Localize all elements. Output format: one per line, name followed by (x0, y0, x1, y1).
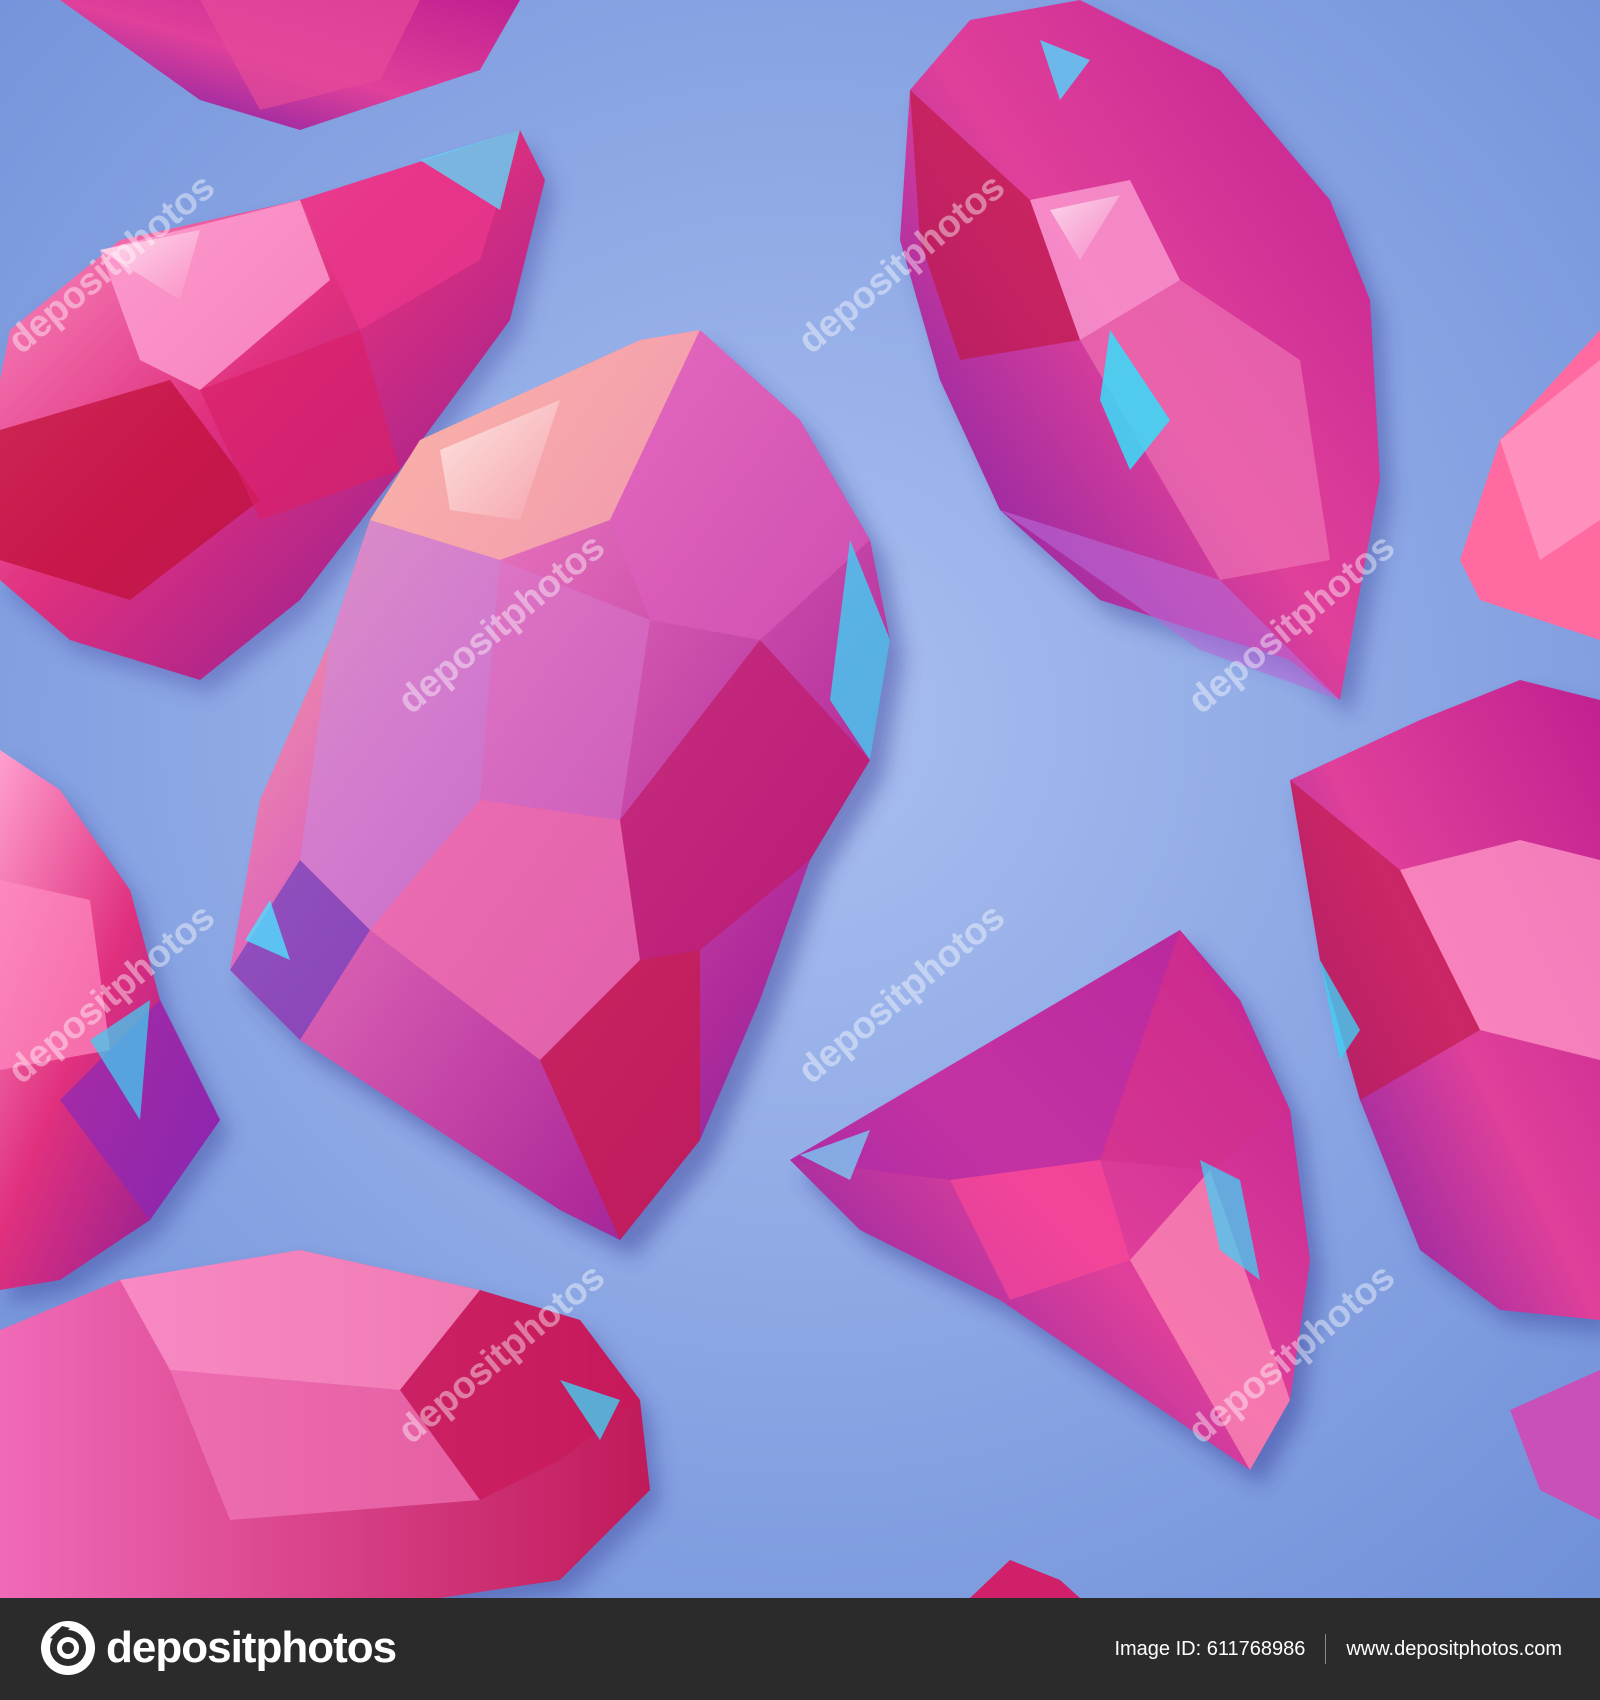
site-url-link[interactable]: www.depositphotos.com (1346, 1638, 1562, 1661)
divider (1325, 1634, 1327, 1664)
image-id-label: Image ID: 611768986 (1114, 1637, 1306, 1660)
brand-logo[interactable]: depositphotos (40, 1620, 397, 1676)
camera-logo-icon (41, 1621, 95, 1675)
gem-scene: depositphotos depositphotos depositphoto… (0, 0, 1600, 1598)
image-meta: Image ID: 611768986 www.depositphotos.co… (1114, 1598, 1562, 1700)
brand-name: depositphotos (106, 1623, 397, 1672)
footer-bar: depositphotos Image ID: 611768986 www.de… (0, 1598, 1600, 1700)
gem-illustration (0, 0, 1600, 1598)
